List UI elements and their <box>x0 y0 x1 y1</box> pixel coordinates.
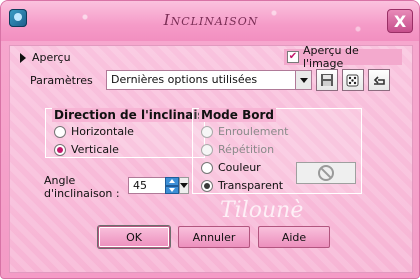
preview-toggle[interactable]: Aperçu <box>20 51 71 64</box>
radio-repeat[interactable]: Répétition <box>201 143 274 156</box>
reset-button[interactable] <box>368 69 390 91</box>
radio-wrap-label: Enroulement <box>218 125 289 138</box>
direction-group: Direction de l'inclinais Horizontale Ver… <box>45 108 205 158</box>
parameters-label: Paramètres <box>30 74 93 87</box>
radio-unchecked-icon <box>54 125 66 138</box>
angle-label-line1: Angle <box>44 174 76 187</box>
dialog-window: Inclinaison X Aperçu ✔ Aperçu de l'image… <box>0 0 420 279</box>
radio-repeat-label: Répétition <box>218 143 275 156</box>
ok-button-label: OK <box>126 230 142 244</box>
radio-horizontal-label: Horizontale <box>71 125 134 138</box>
expand-arrow-icon <box>20 52 26 63</box>
color-swatch[interactable] <box>296 162 356 184</box>
angle-input[interactable]: 45 <box>128 177 166 194</box>
close-button[interactable]: X <box>387 9 413 33</box>
watermark: Tilounè <box>220 198 304 223</box>
cancel-button-label: Annuler <box>192 230 236 244</box>
radio-color[interactable]: Couleur <box>201 161 261 174</box>
direction-group-title: Direction de l'inclinais <box>52 108 200 122</box>
radio-color-label: Couleur <box>218 161 261 174</box>
title-bar[interactable]: Inclinaison X <box>1 1 419 41</box>
angle-dropdown-button[interactable] <box>179 177 189 194</box>
window-title: Inclinaison <box>163 11 259 29</box>
radio-vertical-label: Verticale <box>71 143 119 156</box>
preset-select-value: Dernières options utilisées <box>111 73 258 86</box>
angle-spinner[interactable] <box>165 177 179 194</box>
spinner-down-button[interactable] <box>165 185 179 194</box>
radio-horizontal[interactable]: Horizontale <box>54 125 134 138</box>
arrow-down-icon <box>169 187 175 192</box>
help-button[interactable]: Aide <box>258 226 330 248</box>
save-preset-button[interactable] <box>316 69 338 91</box>
preview-image-label: Aperçu de l'image <box>302 44 359 70</box>
angle-label: Angle d'inclinaison : <box>44 174 120 200</box>
random-parameters-button[interactable] <box>342 69 364 91</box>
radio-transparent[interactable]: Transparent <box>201 179 283 192</box>
preview-image-checkbox[interactable]: ✔ Aperçu de l'image <box>284 44 402 70</box>
dialog-content: Aperçu ✔ Aperçu de l'image Paramètres De… <box>9 44 413 273</box>
chevron-down-icon <box>299 77 308 83</box>
spinner-up-button[interactable] <box>165 177 179 186</box>
dropdown-arrow[interactable] <box>295 71 311 89</box>
radio-checked-icon <box>201 179 213 192</box>
radio-unchecked-icon <box>201 161 213 174</box>
help-button-label: Aide <box>281 230 307 244</box>
checkbox-checked-icon: ✔ <box>287 51 299 63</box>
radio-unchecked-icon <box>201 143 213 156</box>
reset-icon <box>373 76 385 85</box>
radio-vertical[interactable]: Verticale <box>54 143 119 156</box>
edge-mode-group-title: Mode Bord <box>199 108 276 122</box>
cancel-button[interactable]: Annuler <box>178 226 250 248</box>
radio-transparent-label: Transparent <box>218 179 284 192</box>
radio-unchecked-icon <box>201 125 213 138</box>
preview-toggle-label: Aperçu <box>32 51 71 64</box>
arrow-up-icon <box>169 179 175 184</box>
dice-random-icon <box>346 74 359 87</box>
radio-checked-icon <box>54 143 66 156</box>
angle-label-line2: d'inclinaison : <box>44 187 120 200</box>
close-icon: X <box>393 11 407 31</box>
forbidden-icon <box>318 165 334 181</box>
preset-select[interactable]: Dernières options utilisées <box>106 70 312 90</box>
chevron-down-icon <box>180 183 188 188</box>
save-preset-icon <box>321 74 333 86</box>
radio-wrap[interactable]: Enroulement <box>201 125 289 138</box>
ok-button[interactable]: OK <box>98 226 170 248</box>
